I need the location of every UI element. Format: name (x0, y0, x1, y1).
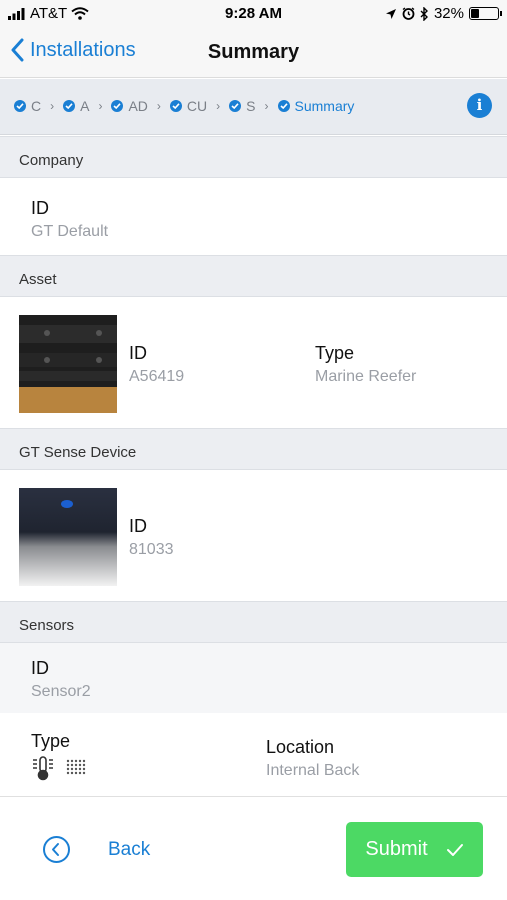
sensor-type-field: Type (31, 731, 87, 781)
check-icon (111, 100, 124, 112)
step-s[interactable]: S (229, 98, 256, 114)
step-a[interactable]: A (63, 98, 89, 114)
field-label: ID (31, 198, 49, 218)
sensor-id-row: ID Sensor2 (0, 643, 507, 713)
step-label: Summary (294, 98, 355, 114)
step-cu[interactable]: CU (169, 98, 208, 114)
check-icon (63, 100, 76, 112)
chevron-right-icon: › (50, 99, 55, 113)
check-icon (169, 100, 182, 112)
step-label: A (80, 98, 90, 114)
asset-type-field: Type Marine Reefer (315, 343, 416, 386)
field-value: Marine Reefer (315, 368, 417, 385)
chevron-right-icon: › (216, 99, 221, 113)
asset-id-field: ID A56419 (129, 343, 184, 386)
sensor-type-icons (31, 755, 87, 781)
step-list: C › A › AD › CU › S › Summary (14, 98, 354, 114)
check-icon (14, 100, 26, 112)
field-label: Type (31, 731, 71, 751)
step-ad[interactable]: AD (111, 98, 148, 114)
check-icon (229, 100, 242, 112)
battery-icon (469, 7, 502, 20)
step-label: C (31, 98, 42, 114)
bluetooth-icon (420, 6, 428, 21)
company-id-field: ID GT Default (31, 198, 108, 241)
page-title: Summary (207, 41, 300, 63)
step-summary[interactable]: Summary (277, 98, 355, 114)
alarm-icon (402, 7, 415, 20)
checkmark-icon (446, 843, 463, 856)
submit-label: Submit (365, 838, 428, 860)
field-label: ID (129, 516, 147, 536)
back-button[interactable]: Back (108, 839, 150, 861)
check-icon (277, 100, 290, 112)
back-circle-icon[interactable] (43, 836, 70, 863)
step-label: S (246, 98, 256, 114)
asset-row: ID A56419 Type Marine Reefer (0, 297, 507, 428)
progress-stepper: C › A › AD › CU › S › Summary i (0, 79, 507, 135)
asset-photo[interactable] (19, 315, 117, 413)
device-id-field: ID 81033 (129, 516, 174, 559)
sensor-id-field: ID Sensor2 (31, 658, 91, 701)
chevron-right-icon: › (98, 99, 103, 113)
section-header-device: GT Sense Device (0, 428, 507, 470)
step-c[interactable]: C (14, 98, 41, 114)
navigation-bar: Installations Summary (0, 28, 507, 78)
field-label: Location (266, 737, 335, 757)
field-label: Type (315, 343, 355, 363)
info-icon[interactable]: i (467, 93, 492, 118)
status-right: 32% (385, 5, 502, 22)
step-label: AD (128, 98, 148, 114)
chevron-right-icon: › (264, 99, 269, 113)
device-photo[interactable] (19, 488, 117, 586)
field-value: 81033 (129, 541, 174, 558)
step-label: CU (186, 98, 208, 114)
thermometer-icon (33, 756, 53, 781)
field-value: GT Default (31, 223, 109, 240)
bottom-action-bar: Back Submit (0, 796, 507, 900)
status-bar: AT&T 9:28 AM 32% (0, 0, 507, 28)
field-label: ID (129, 343, 147, 363)
field-label: ID (31, 658, 49, 678)
submit-button[interactable]: Submit (346, 822, 483, 877)
battery-percent: 32% (433, 5, 464, 22)
chevron-right-icon: › (156, 99, 161, 113)
section-header-company: Company (0, 136, 507, 178)
field-value: A56419 (129, 368, 185, 385)
humidity-icon (66, 759, 86, 775)
battery-level (471, 9, 479, 18)
section-header-asset: Asset (0, 255, 507, 297)
sensor-details-row: Type Location Internal Back (0, 713, 507, 796)
location-icon (385, 8, 396, 19)
company-row: ID GT Default (0, 178, 507, 255)
device-row: ID 81033 (0, 470, 507, 601)
field-value: Internal Back (266, 762, 360, 779)
sensor-location-field: Location Internal Back (266, 737, 359, 780)
section-header-sensors: Sensors (0, 601, 507, 643)
field-value: Sensor2 (31, 683, 91, 700)
